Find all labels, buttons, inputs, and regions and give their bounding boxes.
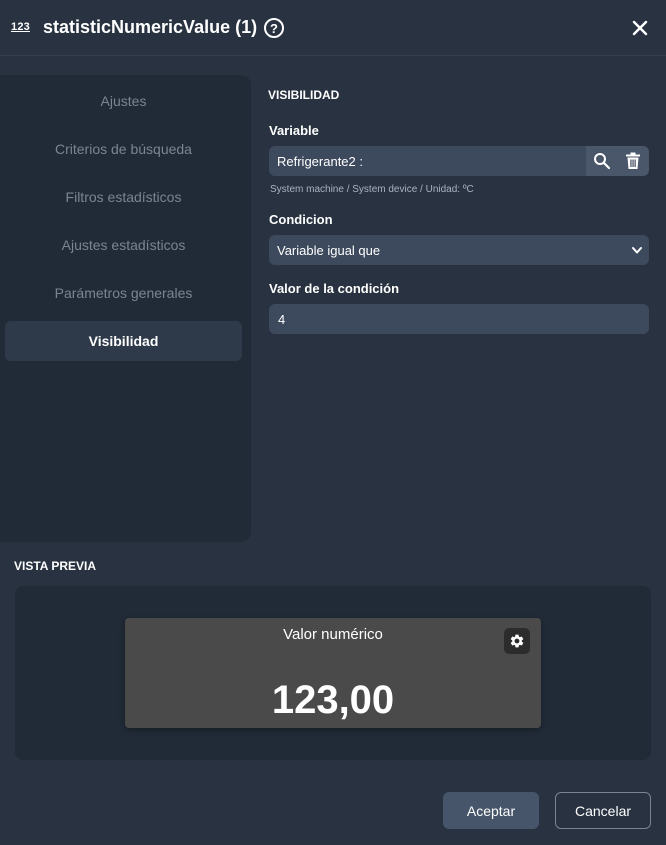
- sidebar-item-label: Ajustes: [100, 93, 147, 109]
- sidebar-item-criterios-de-busqueda[interactable]: Criterios de búsqueda: [5, 129, 242, 169]
- widget-title: Valor numérico: [283, 626, 383, 643]
- numeric-value-icon: 123: [11, 21, 30, 33]
- dialog-header: 123 statisticNumericValue (1) ?: [0, 0, 666, 56]
- section-title-visibilidad: VISIBILIDAD: [268, 88, 340, 102]
- accept-button[interactable]: Aceptar: [443, 792, 539, 829]
- chevron-down-icon: [631, 244, 643, 256]
- sidebar-item-parametros-generales[interactable]: Parámetros generales: [5, 273, 242, 313]
- variable-label: Variable: [269, 123, 319, 138]
- condicion-select[interactable]: Variable igual que: [269, 235, 649, 265]
- sidebar-item-filtros-estadisticos[interactable]: Filtros estadísticos: [5, 177, 242, 217]
- sidebar-item-label: Filtros estadísticos: [65, 189, 182, 205]
- condicion-label: Condicion: [269, 212, 333, 227]
- sidebar-item-label: Ajustes estadísticos: [61, 237, 186, 253]
- search-icon[interactable]: [592, 151, 612, 171]
- variable-field[interactable]: Refrigerante2 :: [269, 146, 586, 176]
- help-icon[interactable]: ?: [264, 18, 284, 38]
- trash-icon[interactable]: [623, 151, 643, 171]
- valor-condicion-field[interactable]: 4: [269, 304, 649, 334]
- sidebar-item-ajustes[interactable]: Ajustes: [5, 81, 242, 121]
- close-icon[interactable]: [630, 18, 650, 38]
- valor-condicion-label: Valor de la condición: [269, 281, 400, 296]
- variable-hint: System machine / System device / Unidad:…: [270, 184, 474, 195]
- sidebar-item-label: Parámetros generales: [54, 285, 193, 301]
- sidebar-item-label: Criterios de búsqueda: [55, 141, 192, 157]
- sidebar-item-label: Visibilidad: [88, 333, 159, 349]
- sidebar-item-visibilidad[interactable]: Visibilidad: [5, 321, 242, 361]
- dialog-title: statisticNumericValue (1): [43, 17, 258, 37]
- cancel-button[interactable]: Cancelar: [555, 792, 651, 829]
- numeric-value-widget: Valor numérico 123,00: [125, 618, 541, 728]
- widget-value: 123,00: [271, 678, 395, 722]
- settings-sidebar: Ajustes Criterios de búsqueda Filtros es…: [0, 75, 251, 542]
- gear-icon[interactable]: [504, 628, 530, 654]
- sidebar-item-ajustes-estadisticos[interactable]: Ajustes estadísticos: [5, 225, 242, 265]
- section-title-vista-previa: VISTA PREVIA: [14, 559, 97, 573]
- variable-actions: [586, 146, 649, 176]
- condicion-selected-value: Variable igual que: [277, 242, 381, 258]
